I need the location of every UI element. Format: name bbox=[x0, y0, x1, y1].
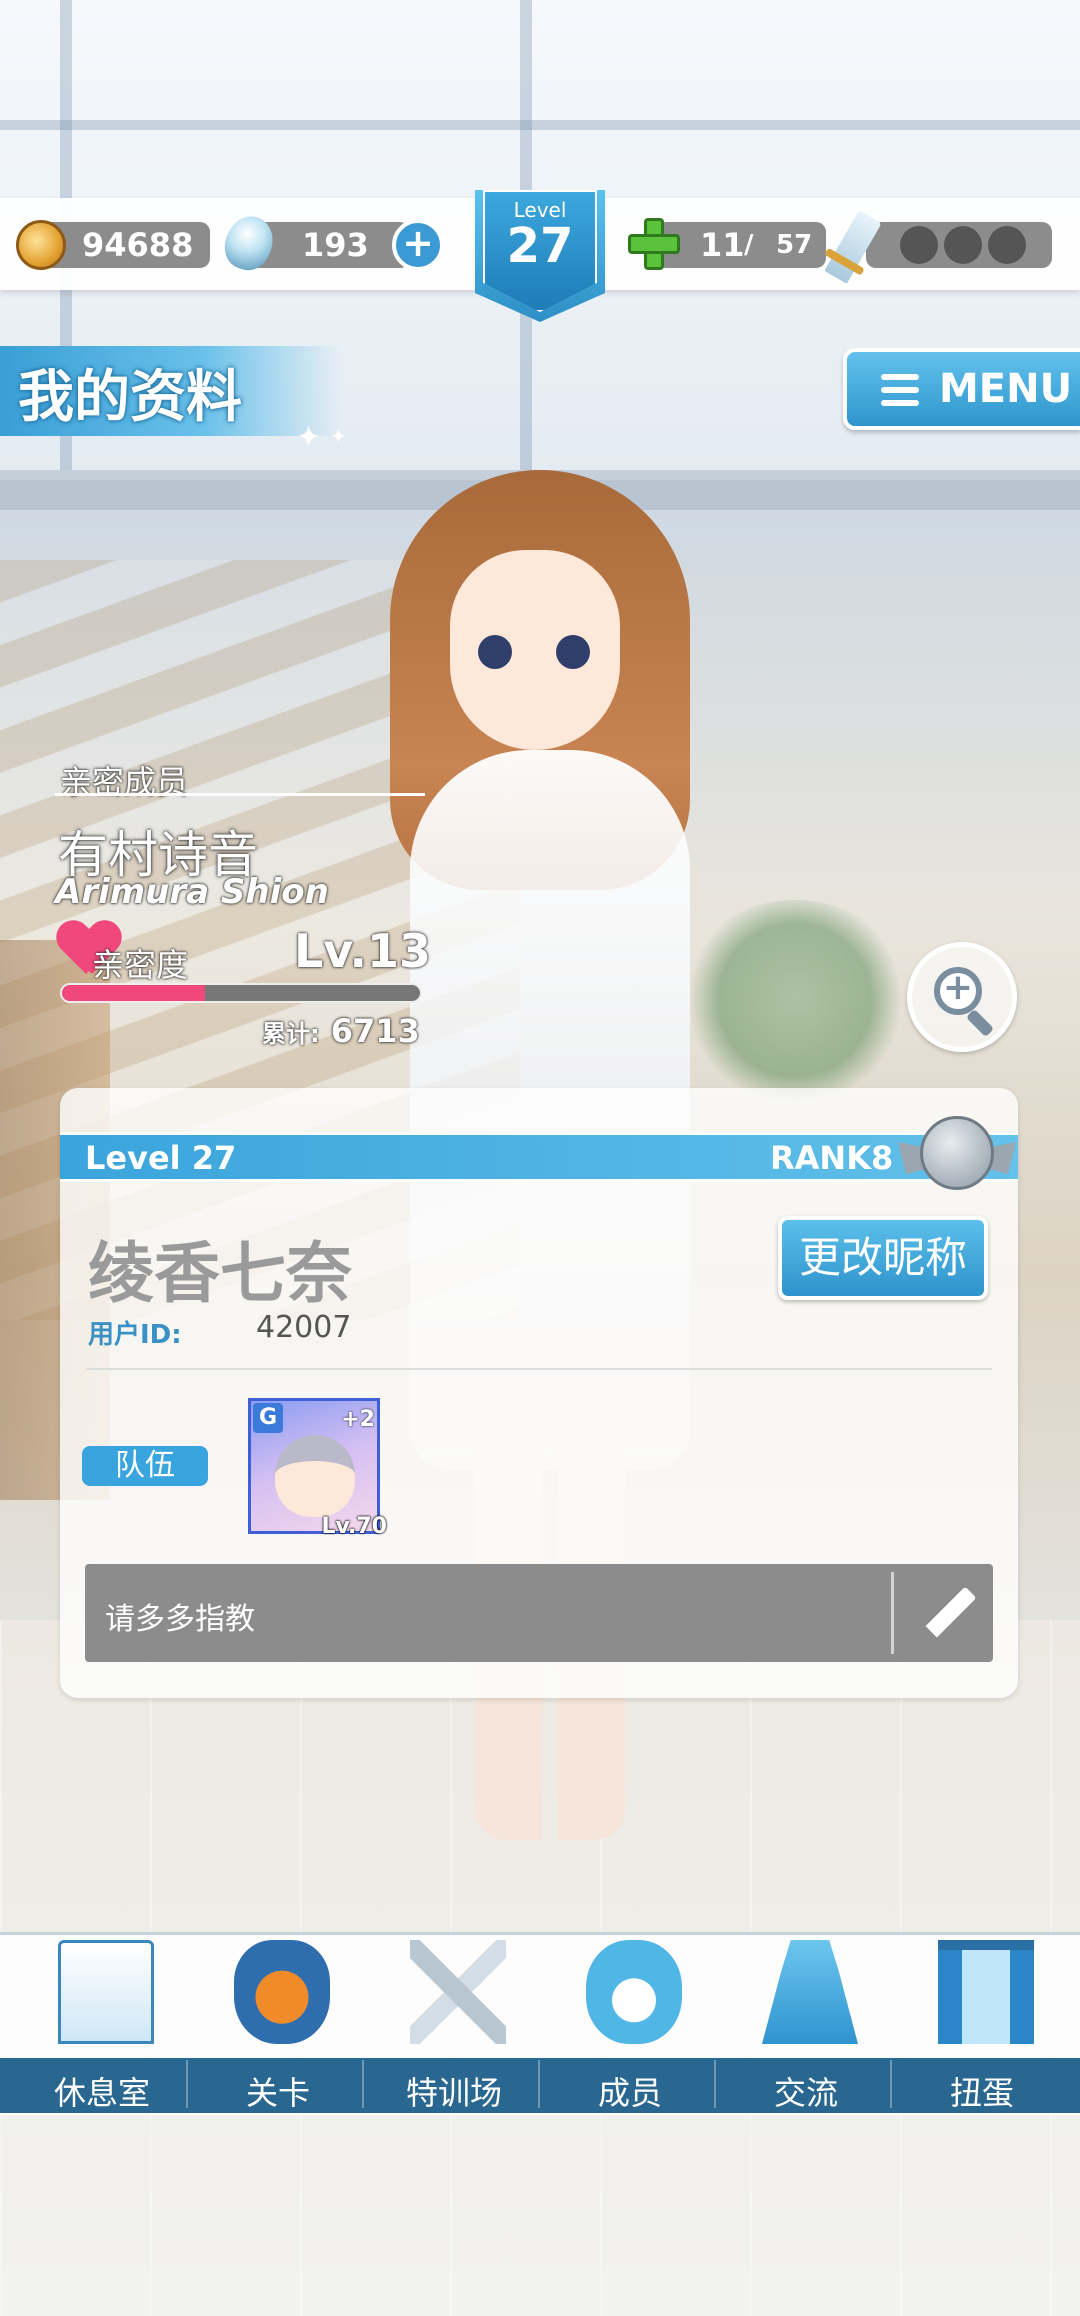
rarity-badge: G bbox=[253, 1403, 283, 1433]
nav-communication[interactable]: 交流 bbox=[718, 1940, 894, 2112]
affection-progress-fill bbox=[62, 985, 206, 1001]
profile-rank: RANK8 bbox=[770, 1139, 894, 1177]
comment-box[interactable]: 请多多指教 bbox=[85, 1564, 993, 1662]
nav-members[interactable]: 成员 bbox=[542, 1940, 718, 2112]
team-label: 队伍 bbox=[82, 1446, 208, 1486]
rank-emblem-icon bbox=[898, 1108, 1016, 1204]
character-eye bbox=[556, 635, 590, 669]
stamina-current: 11 bbox=[700, 226, 745, 264]
training-swords-icon bbox=[410, 1940, 506, 2044]
stamina-separator: / bbox=[744, 230, 754, 260]
intimacy-member-romanized: Arimura Shion bbox=[55, 872, 329, 912]
profile-level: Level 27 bbox=[85, 1139, 237, 1177]
character-face bbox=[450, 550, 620, 750]
nav-label: 休息室 bbox=[53, 2074, 150, 2112]
player-nickname: 绫香七奈 bbox=[88, 1235, 352, 1312]
nav-training[interactable]: 特训场 bbox=[366, 1940, 542, 2112]
nav-label: 特训场 bbox=[405, 2074, 502, 2112]
nav-label: 成员 bbox=[597, 2074, 662, 2112]
nav-lounge[interactable]: 休息室 bbox=[14, 1940, 190, 2112]
intimacy-member-label: 亲密成员 bbox=[60, 763, 189, 801]
nav-stage[interactable]: 关卡 bbox=[190, 1940, 366, 2112]
player-level-badge: Level 27 bbox=[475, 190, 605, 322]
affection-level: Lv.13 bbox=[294, 924, 432, 978]
change-nickname-button[interactable]: 更改昵称 bbox=[778, 1216, 988, 1300]
affection-label: 亲密度 bbox=[92, 946, 189, 984]
battle-point-dot bbox=[988, 226, 1026, 264]
profile-card-header: Level 27 RANK8 bbox=[60, 1132, 1018, 1182]
coin-amount: 94688 bbox=[82, 226, 194, 264]
nav-label: 扭蛋 bbox=[949, 2074, 1014, 2112]
member-cat-icon bbox=[586, 1940, 682, 2044]
card-bonus: +2 bbox=[341, 1407, 375, 1432]
level-badge-value: 27 bbox=[506, 218, 574, 274]
intimacy-divider bbox=[55, 793, 425, 796]
comment-text: 请多多指教 bbox=[105, 1602, 255, 1637]
window-frame bbox=[0, 120, 1080, 130]
lounge-building-icon bbox=[58, 1940, 154, 2044]
stamina-plus-icon[interactable] bbox=[626, 216, 682, 272]
sparkle-icon: ✦ bbox=[330, 424, 347, 448]
sparkle-icon: ✦ bbox=[296, 420, 322, 455]
communication-dress-icon bbox=[762, 1940, 858, 2044]
nav-label: 关卡 bbox=[245, 2074, 310, 2112]
affection-total: 累计: 6713 bbox=[262, 1012, 420, 1050]
hamburger-icon bbox=[881, 374, 919, 406]
page-title: 我的资料 bbox=[18, 365, 242, 430]
nav-gacha[interactable]: 扭蛋 bbox=[894, 1940, 1070, 2112]
stamina-max: 57 bbox=[776, 230, 813, 260]
card-level: Lv.70 bbox=[321, 1514, 387, 1539]
user-id-label: 用户ID: bbox=[88, 1320, 182, 1350]
affection-progress-bar bbox=[60, 983, 422, 1003]
menu-button[interactable]: MENU bbox=[843, 348, 1080, 430]
edit-pencil-icon[interactable] bbox=[921, 1586, 979, 1644]
magnifier-icon bbox=[934, 967, 982, 1015]
zoom-button[interactable] bbox=[907, 942, 1017, 1052]
coin-icon bbox=[16, 220, 66, 270]
battle-point-dot bbox=[900, 226, 938, 264]
affection-total-value: 6713 bbox=[330, 1012, 420, 1050]
card-divider bbox=[86, 1368, 992, 1370]
battle-point-dot bbox=[944, 226, 982, 264]
gacha-curtain-icon bbox=[938, 1940, 1034, 2044]
stage-demon-icon bbox=[234, 1940, 330, 2044]
add-gems-button[interactable]: + bbox=[392, 219, 444, 271]
team-member-portrait bbox=[275, 1435, 355, 1517]
menu-button-label: MENU bbox=[939, 366, 1073, 412]
team-member-card[interactable]: G +2 Lv.70 bbox=[248, 1398, 387, 1539]
gem-amount: 193 bbox=[302, 226, 369, 264]
user-id-value: 42007 bbox=[256, 1310, 352, 1345]
character-eye bbox=[478, 635, 512, 669]
nav-label: 交流 bbox=[773, 2074, 838, 2112]
affection-total-label: 累计: bbox=[262, 1020, 320, 1048]
